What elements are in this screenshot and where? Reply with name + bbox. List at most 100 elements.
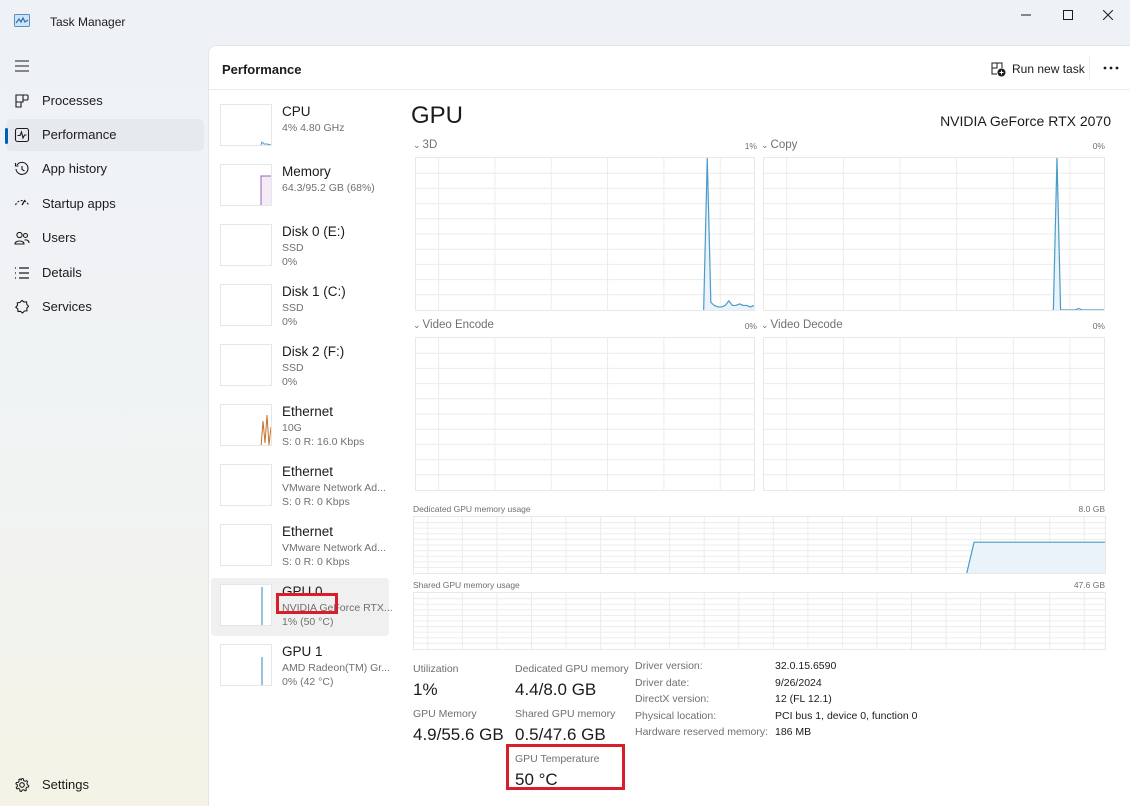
sidebar-item-label: Users: [42, 230, 76, 245]
info-value: 12 (FL 12.1): [775, 693, 832, 705]
minimize-icon: [1021, 14, 1031, 16]
info-value: PCI bus 1, device 0, function 0: [775, 709, 918, 722]
device-subtitle: VMware Network Ad...: [282, 542, 386, 554]
info-key: Driver version:: [635, 660, 703, 672]
sidebar-item-services[interactable]: Services: [6, 291, 204, 323]
engine-max: 1%: [744, 141, 757, 151]
sidebar-item-processes[interactable]: Processes: [6, 85, 204, 117]
device-name: Ethernet: [282, 464, 334, 479]
close-button[interactable]: [1086, 0, 1130, 30]
device-subtitle: AMD Radeon(TM) Gr...: [282, 662, 390, 674]
settings-gear-icon: [15, 777, 30, 793]
device-item-ethernet[interactable]: Ethernet VMware Network Ad... S: 0 R: 0 Kb…: [211, 518, 389, 576]
device-name: Ethernet: [282, 404, 334, 419]
device-status: S: 0 R: 0 Kbps: [282, 496, 350, 508]
shared-memory-graph: [413, 592, 1106, 650]
info-value: 9/26/2024: [775, 676, 822, 689]
engine-max: 0%: [1092, 321, 1105, 331]
ethernet-sparkline: [260, 414, 271, 445]
main-panel: Performance Run new task CPU 4% 4.80 GHz M…: [208, 45, 1130, 806]
device-status: 0% (42 °C): [282, 676, 334, 688]
sidebar-item-label: Startup apps: [42, 196, 116, 211]
header-divider: [1089, 56, 1090, 80]
performance-icon: [14, 127, 30, 143]
chevron-down-icon: ⌄: [761, 320, 769, 330]
engine-graph-video-encode: [415, 337, 755, 491]
engine-selector-copy[interactable]: ⌄ Copy: [761, 139, 797, 151]
sidebar-item-label: Processes: [42, 93, 103, 108]
services-icon: [15, 299, 30, 314]
shared-memory-value: 0.5/47.6 GB: [515, 725, 606, 744]
sidebar-item-details[interactable]: Details: [6, 257, 204, 289]
device-thumbnail-graph: [220, 644, 272, 686]
sidebar-item-performance[interactable]: Performance: [5, 119, 204, 151]
more-options-icon: [1103, 66, 1119, 70]
device-thumbnail-graph: [220, 224, 272, 266]
sidebar-item-app-history[interactable]: App history: [6, 153, 204, 185]
device-status: 1% (50 °C): [282, 616, 334, 628]
device-status: S: 0 R: 0 Kbps: [282, 556, 350, 568]
engine-max: 0%: [744, 321, 757, 331]
series-area: [966, 542, 1105, 573]
maximize-button[interactable]: [1046, 0, 1090, 30]
temperature-highlight-box: [506, 744, 625, 790]
device-status: 0%: [282, 376, 298, 388]
info-value: 186 MB: [775, 726, 812, 738]
gpu-model-name: NVIDIA GeForce RTX 2070: [940, 113, 1111, 129]
hamburger-menu-icon[interactable]: [14, 59, 30, 73]
engine-max: 0%: [1092, 141, 1105, 151]
device-item-ethernet[interactable]: Ethernet 10G S: 0 R: 16.0 Kbps: [211, 398, 389, 456]
engine-selector-video-encode[interactable]: ⌄ Video Encode: [413, 319, 494, 331]
shared-memory-label: Shared GPU memory: [515, 708, 616, 720]
dedicated-memory-graph-max: 8.0 GB: [1078, 504, 1105, 514]
engine-selector-video-decode[interactable]: ⌄ Video Decode: [761, 319, 843, 331]
device-item-ethernet[interactable]: Ethernet VMware Network Ad... S: 0 R: 0 Kb…: [211, 458, 389, 516]
device-subtitle: SSD: [282, 362, 304, 374]
device-status: 0%: [282, 316, 298, 328]
device-item-cpu[interactable]: CPU 4% 4.80 GHz: [211, 98, 389, 156]
engine-label: 3D: [422, 139, 438, 151]
sidebar-item-settings[interactable]: Settings: [6, 769, 204, 801]
device-subtitle: VMware Network Ad...: [282, 482, 386, 494]
run-new-task-button[interactable]: Run new task: [991, 59, 1085, 79]
memory-fill: [261, 176, 271, 205]
minimize-button[interactable]: [1004, 0, 1048, 30]
users-icon: [14, 231, 30, 245]
device-subtitle: SSD: [282, 242, 304, 254]
chevron-down-icon: ⌄: [413, 140, 421, 150]
device-name: Disk 1 (C:): [282, 284, 346, 299]
info-key: Hardware reserved memory:: [635, 726, 769, 738]
device-thumbnail-graph: [220, 464, 272, 506]
engine-graph-3d: [415, 157, 755, 311]
gpu-detail-pane: GPU NVIDIA GeForce RTX 2070 ⌄ 3D 1% ⌄ Copy…: [409, 98, 1119, 803]
engine-graph-copy: [763, 157, 1105, 311]
device-name: Disk 2 (F:): [282, 344, 345, 359]
device-item-gpu-1[interactable]: GPU 1 AMD Radeon(TM) Gr... 0% (42 °C): [211, 638, 390, 696]
sidebar-item-startup-apps[interactable]: Startup apps: [6, 188, 204, 220]
chevron-down-icon: ⌄: [413, 320, 421, 330]
app-history-icon: [14, 161, 29, 175]
dedicated-memory-graph: [413, 516, 1106, 574]
device-item-disk-0-e[interactable]: Disk 0 (E:) SSD 0%: [211, 218, 389, 276]
more-options-button[interactable]: [1099, 58, 1123, 78]
sidebar-item-users[interactable]: Users: [6, 222, 204, 254]
device-item-disk-2-f[interactable]: Disk 2 (F:) SSD 0%: [211, 338, 389, 396]
device-thumbnail-graph: [220, 284, 272, 326]
device-name: CPU: [282, 104, 311, 119]
sidebar: Processes Performance App history Startu…: [0, 44, 208, 806]
dedicated-memory-label: Dedicated GPU memory: [515, 663, 629, 675]
processes-icon: [15, 94, 29, 108]
page-title: Performance: [222, 62, 302, 77]
device-subtitle: 4% 4.80 GHz: [282, 122, 345, 134]
engine-graph-video-decode: [763, 337, 1105, 491]
device-item-disk-1-c[interactable]: Disk 1 (C:) SSD 0%: [211, 278, 389, 336]
dedicated-memory-value: 4.4/8.0 GB: [515, 680, 597, 699]
engine-selector-3d[interactable]: ⌄ 3D: [413, 139, 437, 151]
maximize-icon: [1063, 10, 1073, 20]
dedicated-memory-graph-label: Dedicated GPU memory usage: [413, 504, 531, 514]
device-item-memory[interactable]: Memory 64.3/95.2 GB (68%): [211, 158, 389, 216]
device-subtitle: 64.3/95.2 GB (68%): [282, 182, 375, 194]
info-value: 32.0.15.6590: [775, 660, 837, 672]
device-subtitle: 10G: [282, 422, 302, 434]
run-new-task-label: Run new task: [1012, 62, 1085, 76]
